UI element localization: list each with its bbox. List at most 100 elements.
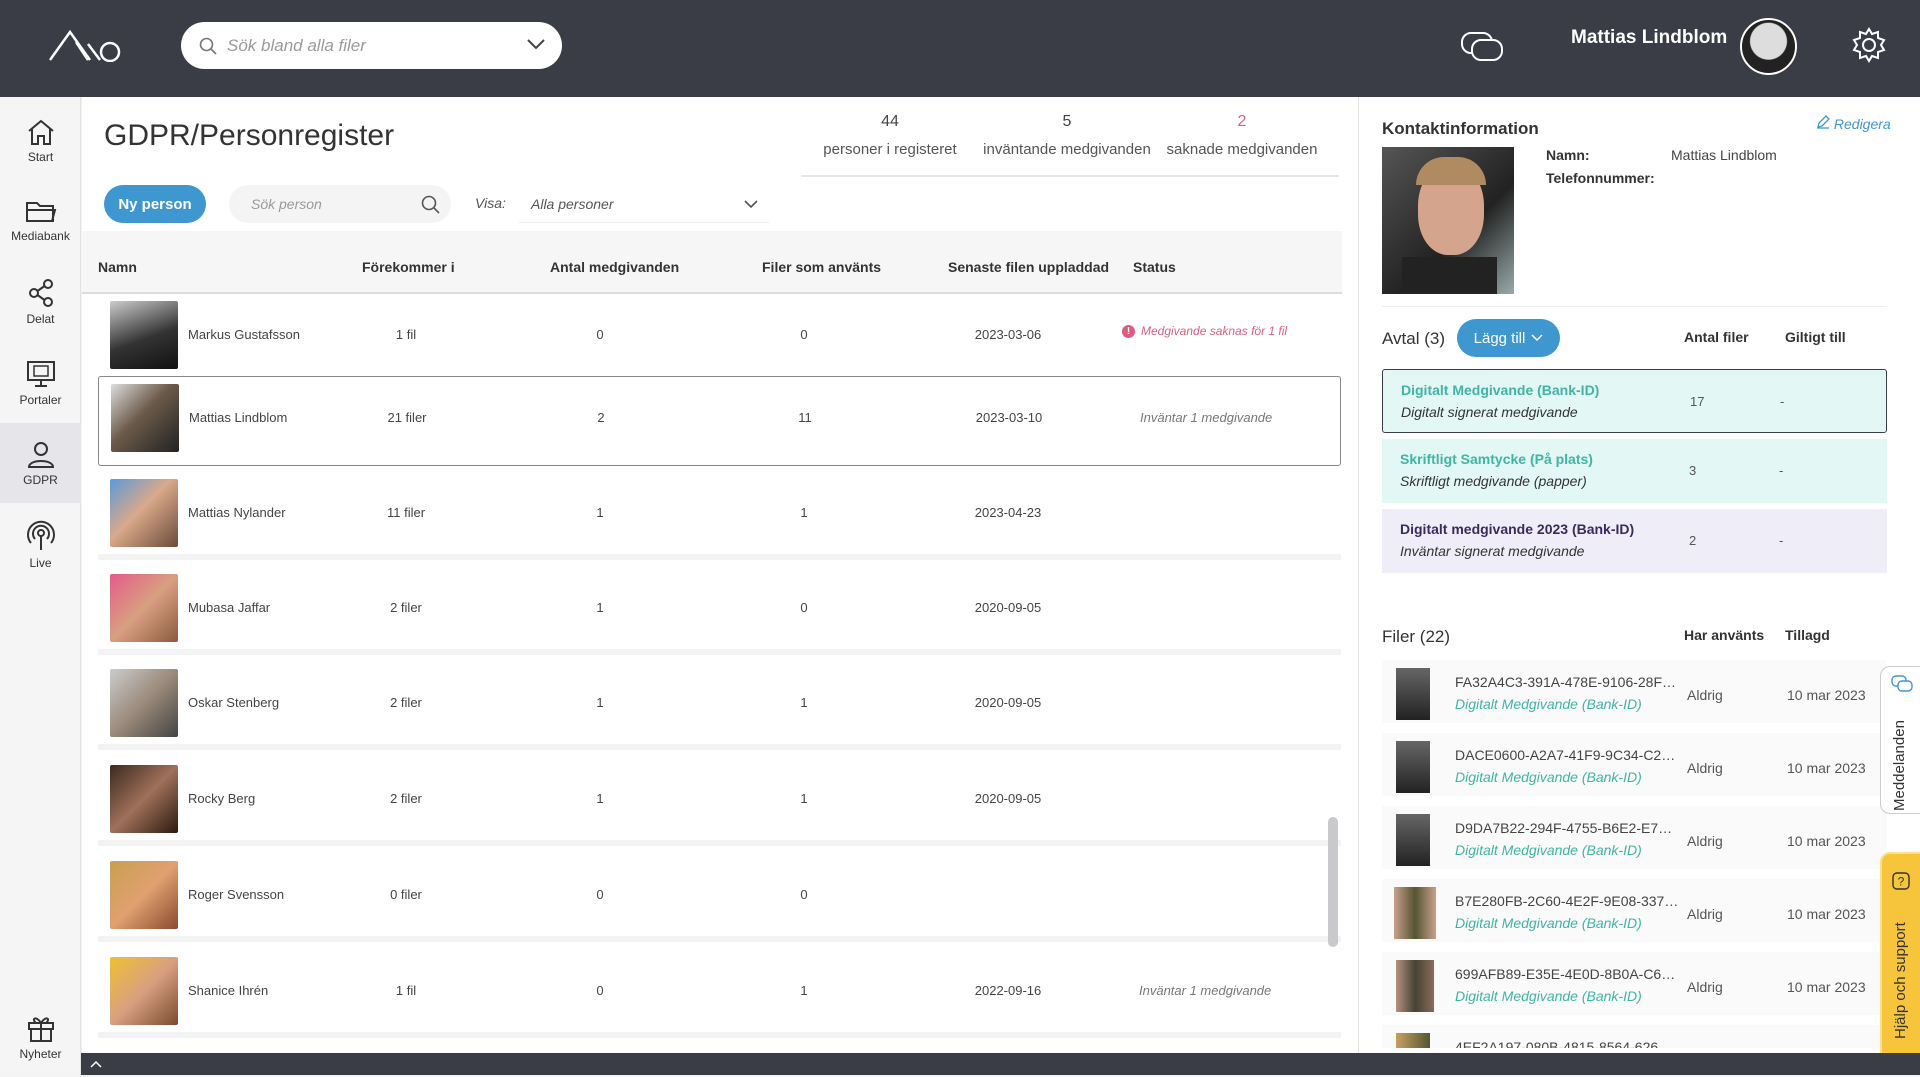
user-icon xyxy=(27,442,54,468)
person-name: Rocky Berg xyxy=(188,791,256,806)
table-row[interactable]: Rocky Berg 2 filer 1 1 2020-09-05 xyxy=(98,758,1341,846)
chevron-up-icon[interactable] xyxy=(89,1059,103,1069)
person-photo xyxy=(110,669,178,737)
file-row[interactable]: DACE0600-A2A7-41F9-9C34-C26… Digitalt Me… xyxy=(1382,733,1887,801)
files-title: Filer (22) xyxy=(1382,627,1451,646)
name-key: Namn: xyxy=(1546,147,1590,163)
table-row[interactable]: Shanice Ihrén 1 fil 0 1 2022-09-16 Invän… xyxy=(98,950,1341,1038)
table-row[interactable]: Mattias Nylander 11 filer 1 1 2023-04-23 xyxy=(98,472,1341,560)
sidebar-item-portaler[interactable]: Portaler xyxy=(0,343,81,423)
visa-dropdown[interactable]: Alla personer xyxy=(519,185,769,223)
file-row[interactable]: D9DA7B22-294F-4755-B6E2-E7… Digitalt Med… xyxy=(1382,806,1887,874)
sidebar-item-mediabank[interactable]: Mediabank xyxy=(0,181,81,261)
chat-icon[interactable] xyxy=(1460,30,1504,69)
messages-tab[interactable]: Meddelanden xyxy=(1880,666,1920,814)
status-text: Inväntar 1 medgivande xyxy=(1140,410,1273,425)
person-occurs: 2 filer xyxy=(390,791,422,806)
stat-pending: 5 inväntande medgivanden xyxy=(972,113,1162,158)
file-agreement: Digitalt Medgivande (Bank-ID) xyxy=(1455,769,1642,785)
sidebar-item-start[interactable]: Start xyxy=(0,101,81,181)
visa-label: Visa: xyxy=(475,195,506,211)
new-person-button[interactable]: Ny person xyxy=(104,185,206,223)
column-header-latest[interactable]: Senaste filen uppladdad xyxy=(948,259,1109,275)
brand-logo-icon[interactable] xyxy=(48,26,124,67)
person-occurs: 1 fil xyxy=(395,983,417,998)
edit-label: Redigera xyxy=(1833,116,1891,132)
table-scrollbar[interactable] xyxy=(1328,817,1338,947)
file-used: Aldrig xyxy=(1687,906,1723,922)
pencil-icon xyxy=(1817,115,1830,129)
person-consents: 2 xyxy=(597,410,605,425)
chat-icon xyxy=(1891,675,1913,692)
home-icon xyxy=(27,119,54,145)
global-search-input[interactable]: Sök bland alla filer xyxy=(181,22,562,69)
share-icon xyxy=(28,279,53,307)
sidebar-item-label: Start xyxy=(27,150,54,164)
chevron-down-icon[interactable] xyxy=(526,36,546,52)
stat-value: 2 xyxy=(1237,113,1247,130)
agreement-file-count: 17 xyxy=(1690,394,1705,409)
file-added: 10 mar 2023 xyxy=(1787,687,1866,703)
column-header-consents[interactable]: Antal medgivanden xyxy=(550,259,679,275)
file-row[interactable]: 699AFB89-E35E-4E0D-8B0A-C6… Digitalt Med… xyxy=(1382,952,1887,1020)
sidebar-item-label: GDPR xyxy=(23,473,58,487)
person-files-used: 0 xyxy=(800,327,808,342)
file-thumbnail xyxy=(1396,741,1430,793)
help-icon: ? xyxy=(1892,872,1910,890)
person-photo xyxy=(110,479,178,547)
stat-value: 5 xyxy=(1062,113,1072,130)
stat-label: personer i registeret xyxy=(823,141,957,158)
file-row[interactable]: B7E280FB-2C60-4E2F-9E08-337… Digitalt Me… xyxy=(1382,879,1887,947)
sidebar-item-nyheter[interactable]: Nyheter xyxy=(0,997,81,1077)
file-agreement: Digitalt Medgivande (Bank-ID) xyxy=(1455,842,1642,858)
stat-missing: 2 saknade medgivanden xyxy=(1162,113,1322,158)
person-files-used: 1 xyxy=(800,983,808,998)
file-row[interactable]: FA32A4C3-391A-478E-9106-28F… Digitalt Me… xyxy=(1382,660,1887,728)
user-name[interactable]: Mattias Lindblom xyxy=(1571,27,1727,49)
file-added: 10 mar 2023 xyxy=(1787,906,1866,922)
person-latest-upload: 2022-09-16 xyxy=(974,983,1042,998)
agreement-item[interactable]: Skriftligt Samtycke (På plats) Skriftlig… xyxy=(1382,439,1887,503)
column-header-occurs[interactable]: Förekommer i xyxy=(362,259,455,275)
person-name: Shanice Ihrén xyxy=(188,983,269,998)
person-occurs: 2 filer xyxy=(390,600,422,615)
person-search-input[interactable]: Sök person xyxy=(229,185,451,223)
sidebar-item-gdpr[interactable]: GDPR xyxy=(0,423,81,503)
edit-button[interactable]: Redigera xyxy=(1816,115,1891,132)
help-support-tab[interactable]: ? Hjälp och support xyxy=(1880,852,1920,1062)
person-name: Oskar Stenberg xyxy=(188,695,280,710)
file-agreement: Digitalt Medgivande (Bank-ID) xyxy=(1455,988,1642,1004)
person-latest-upload: 2023-03-06 xyxy=(974,327,1042,342)
file-row[interactable]: 4EF2A197-080B-4815-8564-626… xyxy=(1382,1025,1887,1053)
table-row[interactable]: Roger Svensson 0 filer 0 0 xyxy=(98,854,1341,942)
avatar[interactable] xyxy=(1740,18,1797,75)
person-photo xyxy=(110,957,178,1025)
agreement-valid-until: - xyxy=(1779,463,1784,478)
agreement-item[interactable]: Digitalt medgivande 2023 (Bank-ID) Invän… xyxy=(1382,509,1887,573)
column-header-status[interactable]: Status xyxy=(1133,259,1176,275)
person-name: Roger Svensson xyxy=(188,887,285,902)
agreement-item[interactable]: Digitalt Medgivande (Bank-ID) Digitalt s… xyxy=(1382,369,1887,433)
contact-photo xyxy=(1382,147,1514,294)
folder-icon xyxy=(25,202,56,222)
column-header-used[interactable]: Filer som använts xyxy=(762,259,881,275)
messages-tab-label: Meddelanden xyxy=(1891,720,1908,811)
sidebar-item-live[interactable]: Live xyxy=(0,505,81,585)
table-row[interactable]: Mattias Lindblom 21 filer 2 11 2023-03-1… xyxy=(98,376,1341,466)
column-header-name[interactable]: Namn xyxy=(98,259,137,275)
add-agreement-button[interactable]: Lägg till xyxy=(1457,319,1560,357)
help-support-tab-label: Hjälp och support xyxy=(1892,922,1909,1039)
person-occurs: 11 filer xyxy=(386,505,426,520)
person-name: Mattias Lindblom xyxy=(189,410,288,425)
table-row[interactable]: Markus Gustafsson 1 fil 0 0 2023-03-06 !… xyxy=(98,294,1341,382)
person-consents: 0 xyxy=(596,983,604,998)
chevron-down-icon xyxy=(744,200,758,209)
gear-icon[interactable] xyxy=(1850,26,1888,69)
agreement-subtitle: Inväntar signerat medgivande xyxy=(1400,543,1585,559)
sidebar: Start Mediabank Delat Portaler GDPR Live… xyxy=(0,97,81,1075)
file-name: FA32A4C3-391A-478E-9106-28F… xyxy=(1455,674,1677,690)
contact-title: Kontaktinformation xyxy=(1382,119,1539,138)
sidebar-item-delat[interactable]: Delat xyxy=(0,262,81,342)
table-row[interactable]: Mubasa Jaffar 2 filer 1 0 2020-09-05 xyxy=(98,567,1341,655)
table-row[interactable]: Oskar Stenberg 2 filer 1 1 2020-09-05 xyxy=(98,662,1341,750)
